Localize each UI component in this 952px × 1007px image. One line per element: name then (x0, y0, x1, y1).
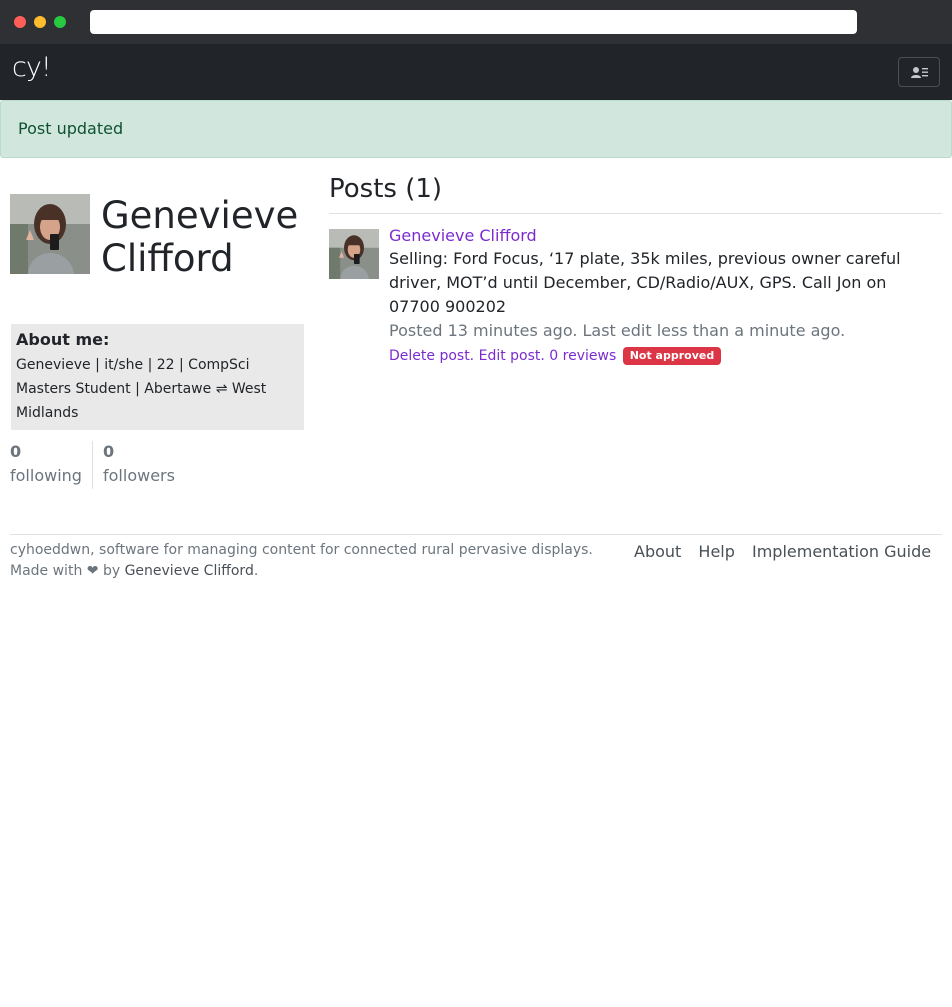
success-alert: Post updated (0, 100, 952, 158)
browser-chrome (0, 0, 952, 44)
footer-link-about[interactable]: About (634, 542, 681, 561)
footer-author-link[interactable]: Genevieve Clifford (125, 563, 254, 579)
about-me-text: Genevieve | it/she | 22 | CompSci Master… (16, 357, 267, 421)
following-count: 0 (10, 442, 22, 461)
delete-post-link[interactable]: Delete post. (389, 348, 474, 364)
maximize-window-button[interactable] (54, 16, 66, 28)
top-navbar: cy! (0, 44, 952, 100)
followers-count: 0 (103, 442, 115, 461)
stat-divider (92, 441, 93, 489)
alert-message: Post updated (18, 119, 124, 138)
status-badge: Not approved (622, 347, 722, 365)
post-actions: Delete post. Edit post. 0 reviews Not ap… (389, 345, 722, 367)
reviews-link[interactable]: 0 reviews (549, 348, 616, 364)
footer-link-help[interactable]: Help (698, 542, 734, 561)
followers-stat[interactable]: 0 followers (103, 442, 175, 488)
following-label: following (10, 466, 82, 485)
post-author-avatar (329, 229, 379, 279)
profile-name: Genevieve Clifford (101, 194, 299, 280)
user-card-icon (911, 67, 928, 78)
post-author-link[interactable]: Genevieve Clifford (389, 226, 537, 245)
about-me-heading: About me: (16, 330, 110, 349)
about-me-box: About me: Genevieve | it/she | 22 | Comp… (11, 324, 304, 430)
minimize-window-button[interactable] (34, 16, 46, 28)
footer-description-text: cyhoeddwn, software for managing content… (10, 542, 593, 558)
post-timestamp: Posted 13 minutes ago. Last edit less th… (389, 321, 846, 340)
profile-avatar (10, 194, 90, 274)
heart-icon: ❤ (86, 563, 99, 579)
by-text: by (102, 563, 121, 579)
edit-post-link[interactable]: Edit post. (479, 348, 545, 364)
following-stat[interactable]: 0 following (10, 442, 82, 488)
divider (329, 213, 942, 214)
posts-heading: Posts (1) (329, 174, 443, 204)
followers-label: followers (103, 466, 175, 485)
close-window-button[interactable] (14, 16, 26, 28)
address-bar[interactable] (90, 10, 857, 34)
brand-logo[interactable]: cy! (12, 52, 52, 83)
footer-divider (10, 534, 942, 535)
user-menu-button[interactable] (898, 57, 940, 87)
footer-link-implementation-guide[interactable]: Implementation Guide (752, 542, 931, 561)
made-with-text: Made with (10, 563, 83, 579)
post-body: Selling: Ford Focus, ‘17 plate, 35k mile… (389, 249, 901, 316)
footer-description: cyhoeddwn, software for managing content… (10, 542, 593, 579)
footer-links: About Help Implementation Guide (634, 541, 943, 562)
